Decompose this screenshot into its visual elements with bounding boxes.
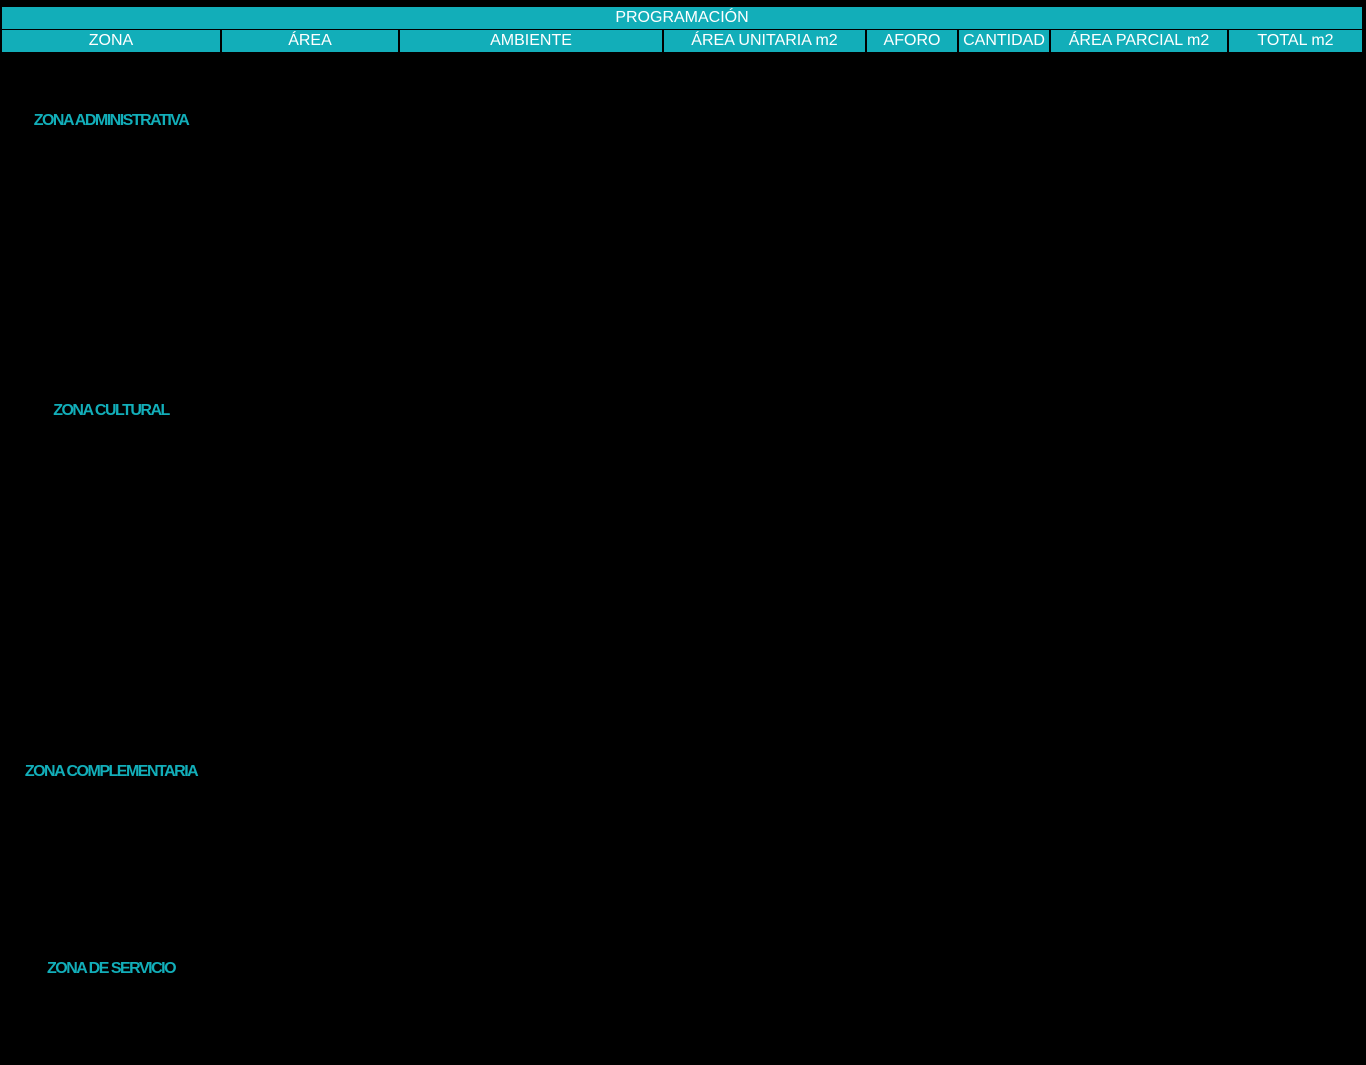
zone-label-servicio: ZONA DE SERVICIO bbox=[46, 960, 177, 977]
table-title: PROGRAMACIÓN bbox=[2, 7, 1362, 29]
column-header-cantidad: CANTIDAD bbox=[959, 30, 1049, 52]
column-header-area-parcial: ÁREA PARCIAL m2 bbox=[1051, 30, 1227, 52]
zone-label-administrativa: ZONA ADMINISTRATIVA bbox=[33, 112, 190, 129]
zone-label-complementaria: ZONA COMPLEMENTARIA bbox=[24, 763, 199, 780]
column-header-zona: ZONA bbox=[2, 30, 220, 52]
column-header-aforo: AFORO bbox=[867, 30, 957, 52]
column-header-total: TOTAL m2 bbox=[1229, 30, 1362, 52]
column-header-area: ÁREA bbox=[222, 30, 398, 52]
column-header-area-unitaria: ÁREA UNITARIA m2 bbox=[664, 30, 865, 52]
zone-label-cultural: ZONA CULTURAL bbox=[53, 402, 170, 419]
column-header-ambiente: AMBIENTE bbox=[400, 30, 662, 52]
